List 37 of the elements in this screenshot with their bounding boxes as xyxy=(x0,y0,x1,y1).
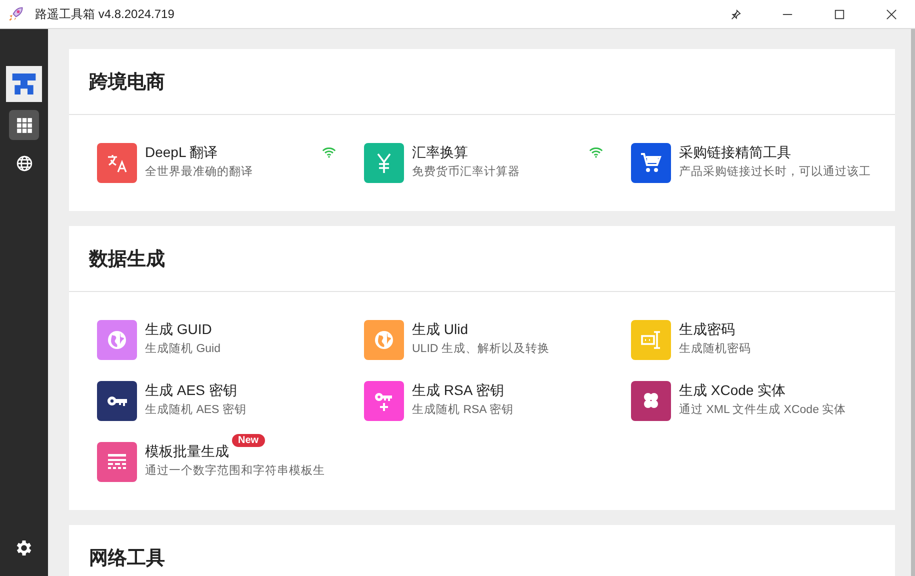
tool-description: 通过一个数字范围和字符串模板生 xyxy=(145,463,326,478)
tool-description: 生成随机 AES 密钥 xyxy=(145,402,248,417)
section-title: 网络工具 xyxy=(89,546,165,570)
tool-description: 全世界最准确的翻译 xyxy=(145,164,254,179)
tool-description: 产品采购链接过长时，可以通过该工 xyxy=(679,164,870,179)
maximize-icon[interactable] xyxy=(834,8,845,20)
tool-description: 生成随机 RSA 密钥 xyxy=(412,402,514,417)
apps-grid-button[interactable] xyxy=(9,110,39,140)
pin-icon[interactable] xyxy=(730,8,741,20)
section-title: 跨境电商 xyxy=(89,70,165,94)
app-logo xyxy=(6,66,42,102)
tool-title[interactable]: 生成 RSA 密钥 xyxy=(412,381,504,399)
tool-description: 免费货币汇率计算器 xyxy=(412,164,521,179)
globe-icon xyxy=(16,154,32,172)
tool-description: 生成随机密码 xyxy=(679,341,752,356)
tool-description: 生成随机 Guid xyxy=(145,342,222,356)
tool-icon[interactable] xyxy=(97,381,137,421)
tool-title[interactable]: 生成 XCode 实体 xyxy=(679,381,786,399)
tool-title[interactable]: 生成密码 xyxy=(679,320,735,338)
tool-title[interactable]: DeepL 翻译 xyxy=(145,143,218,161)
settings-icon[interactable] xyxy=(14,538,34,558)
rocket-icon xyxy=(7,5,25,23)
close-icon[interactable] xyxy=(886,8,897,20)
tool-icon[interactable] xyxy=(631,143,671,183)
tool-description: 通过 XML 文件生成 XCode 实体 xyxy=(679,402,848,417)
tool-title[interactable]: 采购链接精简工具 xyxy=(679,143,791,161)
tool-description: ULID 生成、解析以及转换 xyxy=(412,342,550,356)
grid-icon xyxy=(16,116,32,134)
new-badge: New xyxy=(232,434,265,447)
section-title: 数据生成 xyxy=(89,248,165,272)
tool-title[interactable]: 生成 Ulid xyxy=(412,320,468,338)
tool-icon[interactable] xyxy=(631,381,671,421)
tool-title[interactable]: 生成 AES 密钥 xyxy=(145,381,237,399)
tool-title[interactable]: 汇率换算 xyxy=(412,143,468,161)
window-title: 路遥工具箱 v4.8.2024.719 xyxy=(35,6,174,22)
tool-title[interactable]: 生成 GUID xyxy=(145,320,212,338)
tool-title[interactable]: 模板批量生成 xyxy=(145,442,229,460)
